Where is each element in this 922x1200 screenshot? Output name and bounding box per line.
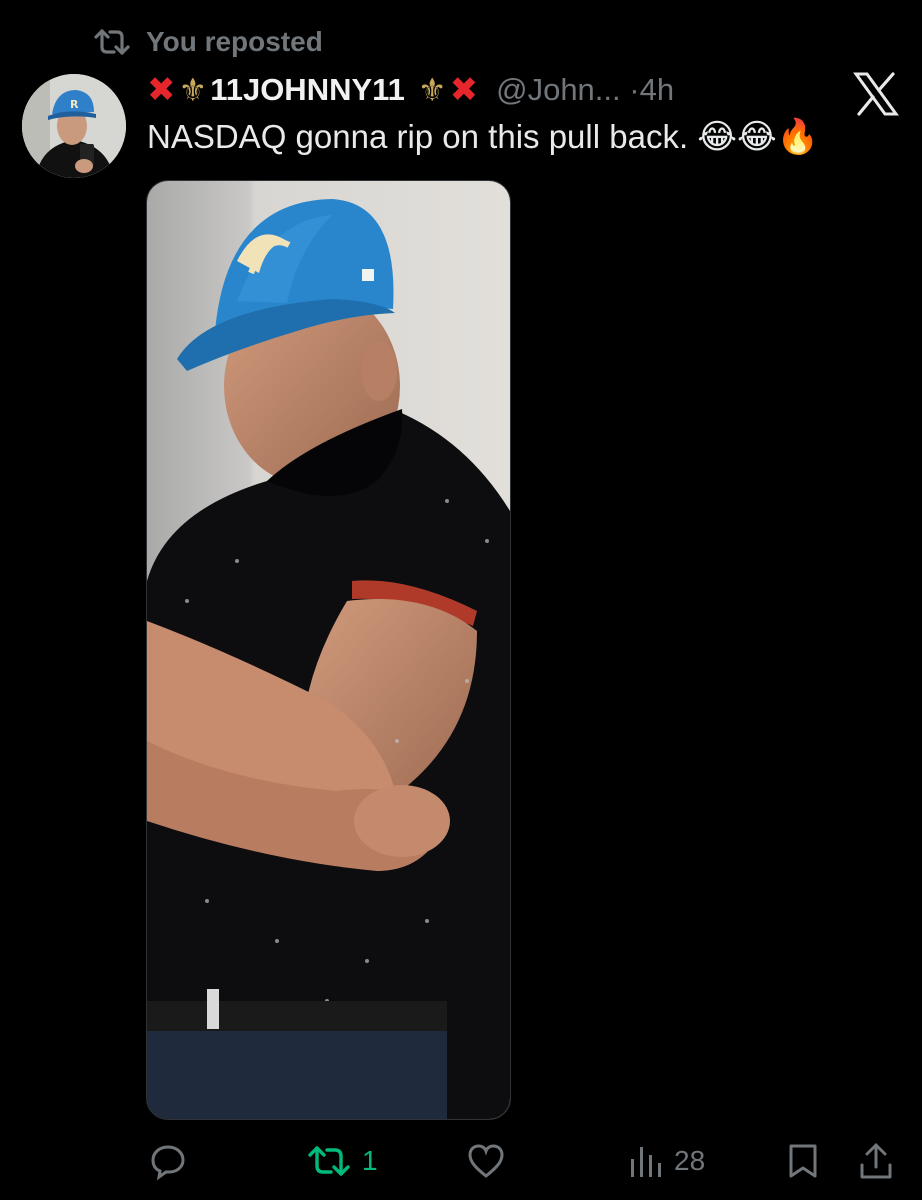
- x-logo-icon: [853, 72, 899, 116]
- views-count: 28: [674, 1145, 706, 1176]
- svg-text:R: R: [70, 98, 79, 111]
- tweet-text: NASDAQ gonna rip on this pull back. 😂😂🔥: [147, 114, 819, 160]
- repost-count: 1: [362, 1145, 378, 1176]
- reply-icon: [148, 1141, 188, 1181]
- share-button[interactable]: [858, 1138, 894, 1184]
- reply-button[interactable]: [148, 1138, 198, 1184]
- repost-button[interactable]: 1: [306, 1138, 378, 1184]
- fleur-de-lis-icon: ⚜: [417, 72, 447, 108]
- like-button[interactable]: [466, 1138, 516, 1184]
- author-name-text: 11JOHNNY11: [210, 72, 405, 107]
- author-name[interactable]: ✖ ⚜ 11JOHNNY11 ⚜ ✖: [147, 72, 478, 108]
- author-handle-text: @John...: [496, 72, 621, 107]
- cross-mark-icon: ✖: [147, 71, 176, 109]
- tweet-photo[interactable]: [146, 180, 511, 1120]
- views-icon: [628, 1143, 664, 1179]
- tweet-emojis: 😂😂🔥: [697, 118, 820, 156]
- author-handle[interactable]: @John... ·4h: [496, 72, 674, 108]
- avatar[interactable]: R: [22, 74, 126, 178]
- tweet-body: NASDAQ gonna rip on this pull back.: [147, 118, 689, 155]
- share-icon: [858, 1141, 894, 1181]
- fleur-de-lis-icon: ⚜: [178, 72, 208, 108]
- repost-banner: You reposted: [92, 22, 323, 62]
- tweet-action-bar: 1 28: [0, 1138, 922, 1184]
- repost-icon: [92, 27, 132, 57]
- bookmark-button[interactable]: [786, 1138, 820, 1184]
- repost-banner-text: You reposted: [146, 26, 323, 57]
- tweet-header: ✖ ⚜ 11JOHNNY11 ⚜ ✖ @John... ·4h: [147, 64, 674, 116]
- heart-icon: [466, 1142, 506, 1180]
- views-button[interactable]: 28: [628, 1138, 705, 1184]
- time-separator: ·: [629, 72, 640, 107]
- repost-icon: [306, 1144, 352, 1178]
- cross-mark-icon: ✖: [449, 71, 479, 109]
- tweet-time[interactable]: 4h: [640, 72, 674, 107]
- bookmark-icon: [786, 1142, 820, 1180]
